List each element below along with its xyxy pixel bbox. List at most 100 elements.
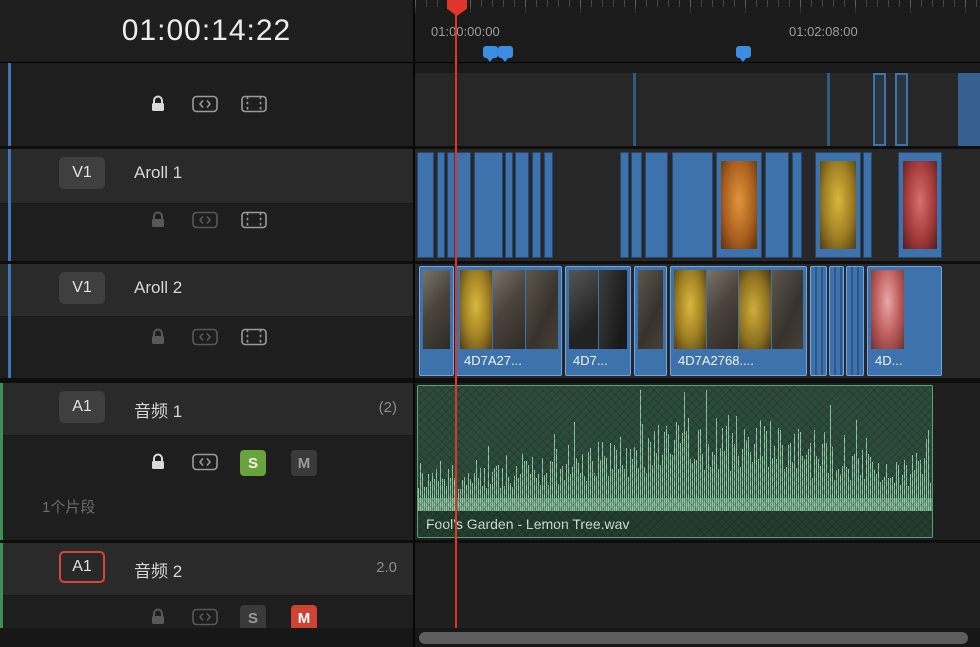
lane-aroll2[interactable]: 4D7A27... 4D7... 4D7A2768.... 4D... xyxy=(415,264,980,378)
clip-thumbnails xyxy=(423,270,450,349)
video-clip[interactable] xyxy=(474,152,503,258)
clip-thumbnails xyxy=(871,270,938,349)
track-channel-format: 2.0 xyxy=(376,559,397,576)
clip-thumbnail xyxy=(638,270,663,349)
clip-thumbnail xyxy=(771,270,803,349)
video-clip[interactable]: 4D7... xyxy=(565,266,631,376)
clip-label: 4D7... xyxy=(573,352,608,368)
track-color-strip-audio1 xyxy=(0,383,3,540)
ruler-major-ticks xyxy=(415,0,980,13)
auto-select-icon[interactable] xyxy=(192,608,218,626)
current-timecode: 01:00:14:22 xyxy=(121,14,292,47)
track-separator xyxy=(0,540,980,543)
lock-icon[interactable] xyxy=(148,453,168,470)
video-clip[interactable]: 4D... xyxy=(867,266,942,376)
clip-thumbnail xyxy=(526,270,558,349)
solo-button[interactable]: S xyxy=(240,605,266,628)
track-name-aroll2: Aroll 2 xyxy=(134,278,183,297)
clip-fragment[interactable] xyxy=(827,73,830,146)
clip-thumbnail xyxy=(460,270,492,349)
video-clip[interactable] xyxy=(620,152,629,258)
video-clip[interactable] xyxy=(672,152,713,258)
lock-icon[interactable] xyxy=(148,95,168,112)
video-clip[interactable] xyxy=(532,152,541,258)
video-clip[interactable] xyxy=(456,152,471,258)
audio-clip-label: Fool's Garden - Lemon Tree.wav xyxy=(418,511,932,537)
solo-button[interactable]: S xyxy=(240,450,266,476)
audio-clip[interactable]: Fool's Garden - Lemon Tree.wav xyxy=(417,385,933,538)
lock-icon[interactable] xyxy=(148,328,168,345)
video-clip[interactable] xyxy=(815,152,861,258)
timeline-ruler[interactable]: 01:00:00:00 01:02:08:00 xyxy=(415,0,980,62)
clip-fragment[interactable] xyxy=(958,73,980,146)
video-clip[interactable] xyxy=(863,152,872,258)
clip-fragment[interactable] xyxy=(873,73,886,146)
timeline-marker[interactable] xyxy=(483,46,498,62)
timeline-marker[interactable] xyxy=(736,46,751,62)
clip-thumbnail xyxy=(674,270,706,349)
clip-thumbnails xyxy=(674,270,803,349)
clip-thumbnail xyxy=(423,270,450,349)
video-clip[interactable] xyxy=(645,152,668,258)
track-badge-v1[interactable]: V1 xyxy=(59,157,105,189)
video-audio-separator xyxy=(0,378,980,383)
track-row-audio1-controls[interactable] xyxy=(0,436,413,540)
clip-fragment[interactable] xyxy=(633,73,636,146)
lock-icon[interactable] xyxy=(148,211,168,228)
track-header-panel: 01:00:14:22 V1 Aroll 1 V1 Aroll 2 A1 音频 … xyxy=(0,0,413,628)
clip-label: 4D7A27... xyxy=(464,352,522,368)
panel-divider[interactable] xyxy=(413,0,415,647)
video-clip[interactable]: 4D7A27... xyxy=(456,266,562,376)
mute-button[interactable]: M xyxy=(291,605,317,628)
lane-audio1[interactable]: Fool's Garden - Lemon Tree.wav xyxy=(415,383,980,540)
video-clip[interactable] xyxy=(515,152,529,258)
track-badge-v1b[interactable]: V1 xyxy=(59,272,105,304)
clip-thumbnail xyxy=(598,270,627,349)
video-clip[interactable]: 4D7A2768.... xyxy=(670,266,807,376)
lock-icon[interactable] xyxy=(148,608,168,625)
track-clip-note: 1个片段 xyxy=(42,499,96,516)
mute-button[interactable]: M xyxy=(291,450,317,476)
film-frame-icon[interactable] xyxy=(241,95,267,113)
video-clip[interactable] xyxy=(898,152,942,258)
scrollbar-thumb[interactable] xyxy=(419,632,968,644)
video-clip[interactable] xyxy=(716,152,762,258)
auto-select-icon[interactable] xyxy=(192,453,218,471)
video-clip[interactable] xyxy=(634,266,667,376)
video-clip[interactable] xyxy=(631,152,642,258)
auto-select-icon[interactable] xyxy=(192,95,218,113)
video-clip[interactable] xyxy=(544,152,553,258)
clip-thumbnail xyxy=(820,161,856,249)
auto-select-icon[interactable] xyxy=(192,328,218,346)
clip-thumbnails xyxy=(460,270,558,349)
timeline-area[interactable]: 01:00:00:00 01:02:08:00 4D7A27... 4D7... 4D… xyxy=(415,0,980,628)
auto-select-icon[interactable] xyxy=(192,211,218,229)
playhead[interactable] xyxy=(455,0,457,628)
header-separator xyxy=(0,62,980,63)
track-badge-a1-destination[interactable]: A1 xyxy=(59,551,105,583)
video-clip[interactable] xyxy=(419,266,454,376)
video-clip[interactable] xyxy=(447,152,455,258)
lane-v2[interactable] xyxy=(415,73,980,146)
video-clip[interactable] xyxy=(792,152,802,258)
lane-aroll1[interactable] xyxy=(415,149,980,261)
timeline-marker[interactable] xyxy=(498,46,513,62)
video-clip[interactable] xyxy=(810,266,827,376)
clip-label: 4D... xyxy=(875,352,903,368)
track-color-strip-audio2 xyxy=(0,543,3,628)
track-badge-a1[interactable]: A1 xyxy=(59,391,105,423)
film-frame-icon[interactable] xyxy=(241,328,267,346)
video-clip[interactable] xyxy=(846,266,864,376)
video-clip[interactable] xyxy=(505,152,513,258)
clip-thumbnail xyxy=(903,161,937,249)
clip-fragment[interactable] xyxy=(895,73,908,146)
lane-audio2[interactable] xyxy=(415,543,980,628)
video-clip[interactable] xyxy=(829,266,844,376)
video-clip[interactable] xyxy=(765,152,789,258)
track-color-strip-aroll2 xyxy=(8,264,11,378)
track-row-aroll2-controls[interactable] xyxy=(0,317,413,378)
film-frame-icon[interactable] xyxy=(241,211,267,229)
video-clip[interactable] xyxy=(437,152,445,258)
clip-thumbnail xyxy=(569,270,598,349)
video-clip[interactable] xyxy=(417,152,434,258)
